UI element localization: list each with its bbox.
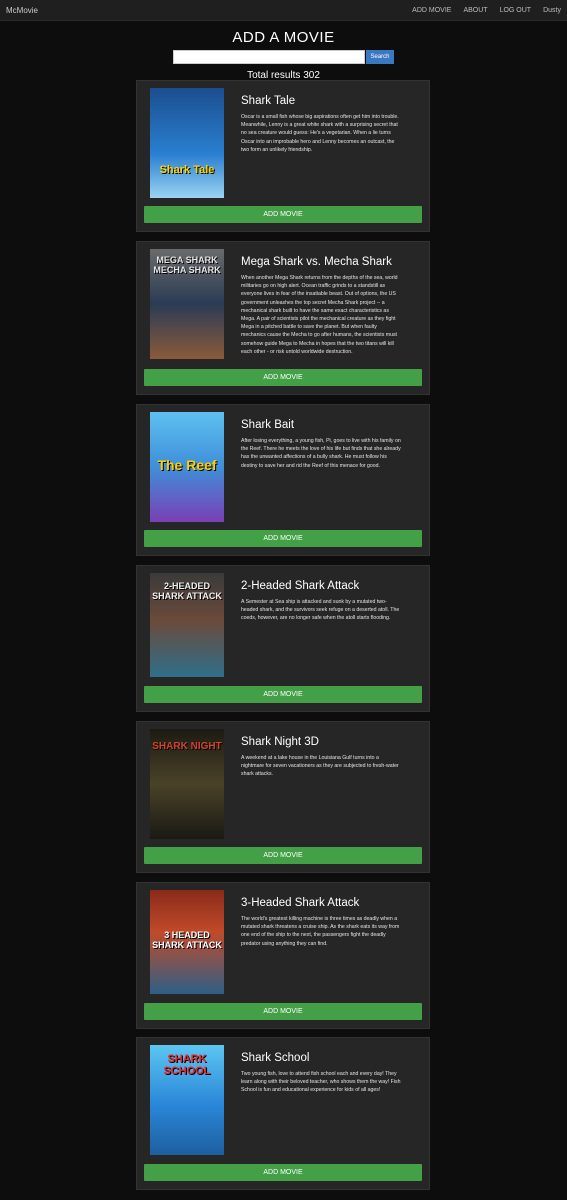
poster-text: Shark Tale — [159, 164, 215, 176]
poster-text: SHARK SCHOOL — [163, 1053, 211, 1077]
add-movie-button[interactable]: ADD MOVIE — [144, 206, 422, 223]
poster-text: The Reef — [157, 457, 217, 473]
movie-title: 2-Headed Shark Attack — [241, 580, 360, 592]
movie-poster: SHARK SCHOOL — [150, 1045, 224, 1155]
brand-logo[interactable]: McMovie — [6, 6, 38, 15]
add-movie-button[interactable]: ADD MOVIE — [144, 530, 422, 547]
movie-card: 3 HEADED SHARK ATTACK 3-Headed Shark Att… — [136, 882, 430, 1029]
movie-poster: MEGA SHARK MECHA SHARK — [150, 249, 224, 359]
movie-description: The world's greatest killing machine is … — [241, 916, 400, 947]
nav-links: ADD MOVIE ABOUT LOG OUT Dusty — [412, 7, 561, 14]
add-movie-button[interactable]: ADD MOVIE — [144, 369, 422, 386]
poster-text: 3 HEADED SHARK ATTACK — [152, 930, 222, 950]
nav-add-movie[interactable]: ADD MOVIE — [412, 7, 451, 14]
movie-title: Mega Shark vs. Mecha Shark — [241, 256, 392, 268]
page-title: ADD A MOVIE — [232, 29, 335, 46]
movie-description: When another Mega Shark returns from the… — [241, 275, 398, 355]
movie-title: Shark Tale — [241, 95, 296, 107]
poster-text: 2-HEADED SHARK ATTACK — [152, 581, 222, 601]
movie-poster: 3 HEADED SHARK ATTACK — [150, 890, 224, 994]
movie-description: After losing everything, a young fish, P… — [241, 438, 401, 469]
nav-logout[interactable]: LOG OUT — [500, 7, 532, 14]
movie-card: Shark Tale Shark Tale Oscar is a small f… — [136, 80, 430, 232]
add-movie-button[interactable]: ADD MOVIE — [144, 1164, 422, 1181]
add-movie-button[interactable]: ADD MOVIE — [144, 847, 422, 864]
movie-description: A Semester at Sea ship is attacked and s… — [241, 599, 400, 622]
nav-about[interactable]: ABOUT — [463, 7, 487, 14]
movie-card: SHARK SCHOOL Shark School Two young fish… — [136, 1037, 430, 1190]
search-button[interactable]: Search — [366, 50, 394, 64]
movie-poster: The Reef — [150, 412, 224, 522]
movie-poster: SHARK NIGHT — [150, 729, 224, 839]
movie-card: 2-HEADED SHARK ATTACK 2-Headed Shark Att… — [136, 565, 430, 712]
movie-poster: Shark Tale — [150, 88, 224, 198]
search-bar: Search — [0, 50, 567, 64]
poster-text: SHARK NIGHT — [152, 741, 222, 752]
movie-title: Shark School — [241, 1052, 310, 1064]
movie-description: A weekend at a lake house in the Louisia… — [241, 755, 399, 778]
navbar: McMovie ADD MOVIE ABOUT LOG OUT Dusty — [0, 0, 567, 21]
poster-text: MEGA SHARK MECHA SHARK — [153, 255, 221, 275]
movie-description: Oscar is a small fish whose big aspirati… — [241, 114, 399, 153]
movie-card: The Reef Shark Bait After losing everyth… — [136, 404, 430, 556]
movie-card: MEGA SHARK MECHA SHARK Mega Shark vs. Me… — [136, 241, 430, 395]
movie-card: SHARK NIGHT Shark Night 3D A weekend at … — [136, 721, 430, 873]
add-movie-button[interactable]: ADD MOVIE — [144, 1003, 422, 1020]
page-header: ADD A MOVIE Search Total results 302 — [0, 29, 567, 81]
search-input[interactable] — [173, 50, 365, 64]
movie-description: Two young fish, love to attend fish scho… — [241, 1071, 401, 1094]
movie-title: Shark Night 3D — [241, 736, 319, 748]
movie-poster: 2-HEADED SHARK ATTACK — [150, 573, 224, 677]
add-movie-button[interactable]: ADD MOVIE — [144, 686, 422, 703]
nav-user[interactable]: Dusty — [543, 7, 561, 14]
movie-title: 3-Headed Shark Attack — [241, 897, 360, 909]
movie-title: Shark Bait — [241, 419, 295, 431]
